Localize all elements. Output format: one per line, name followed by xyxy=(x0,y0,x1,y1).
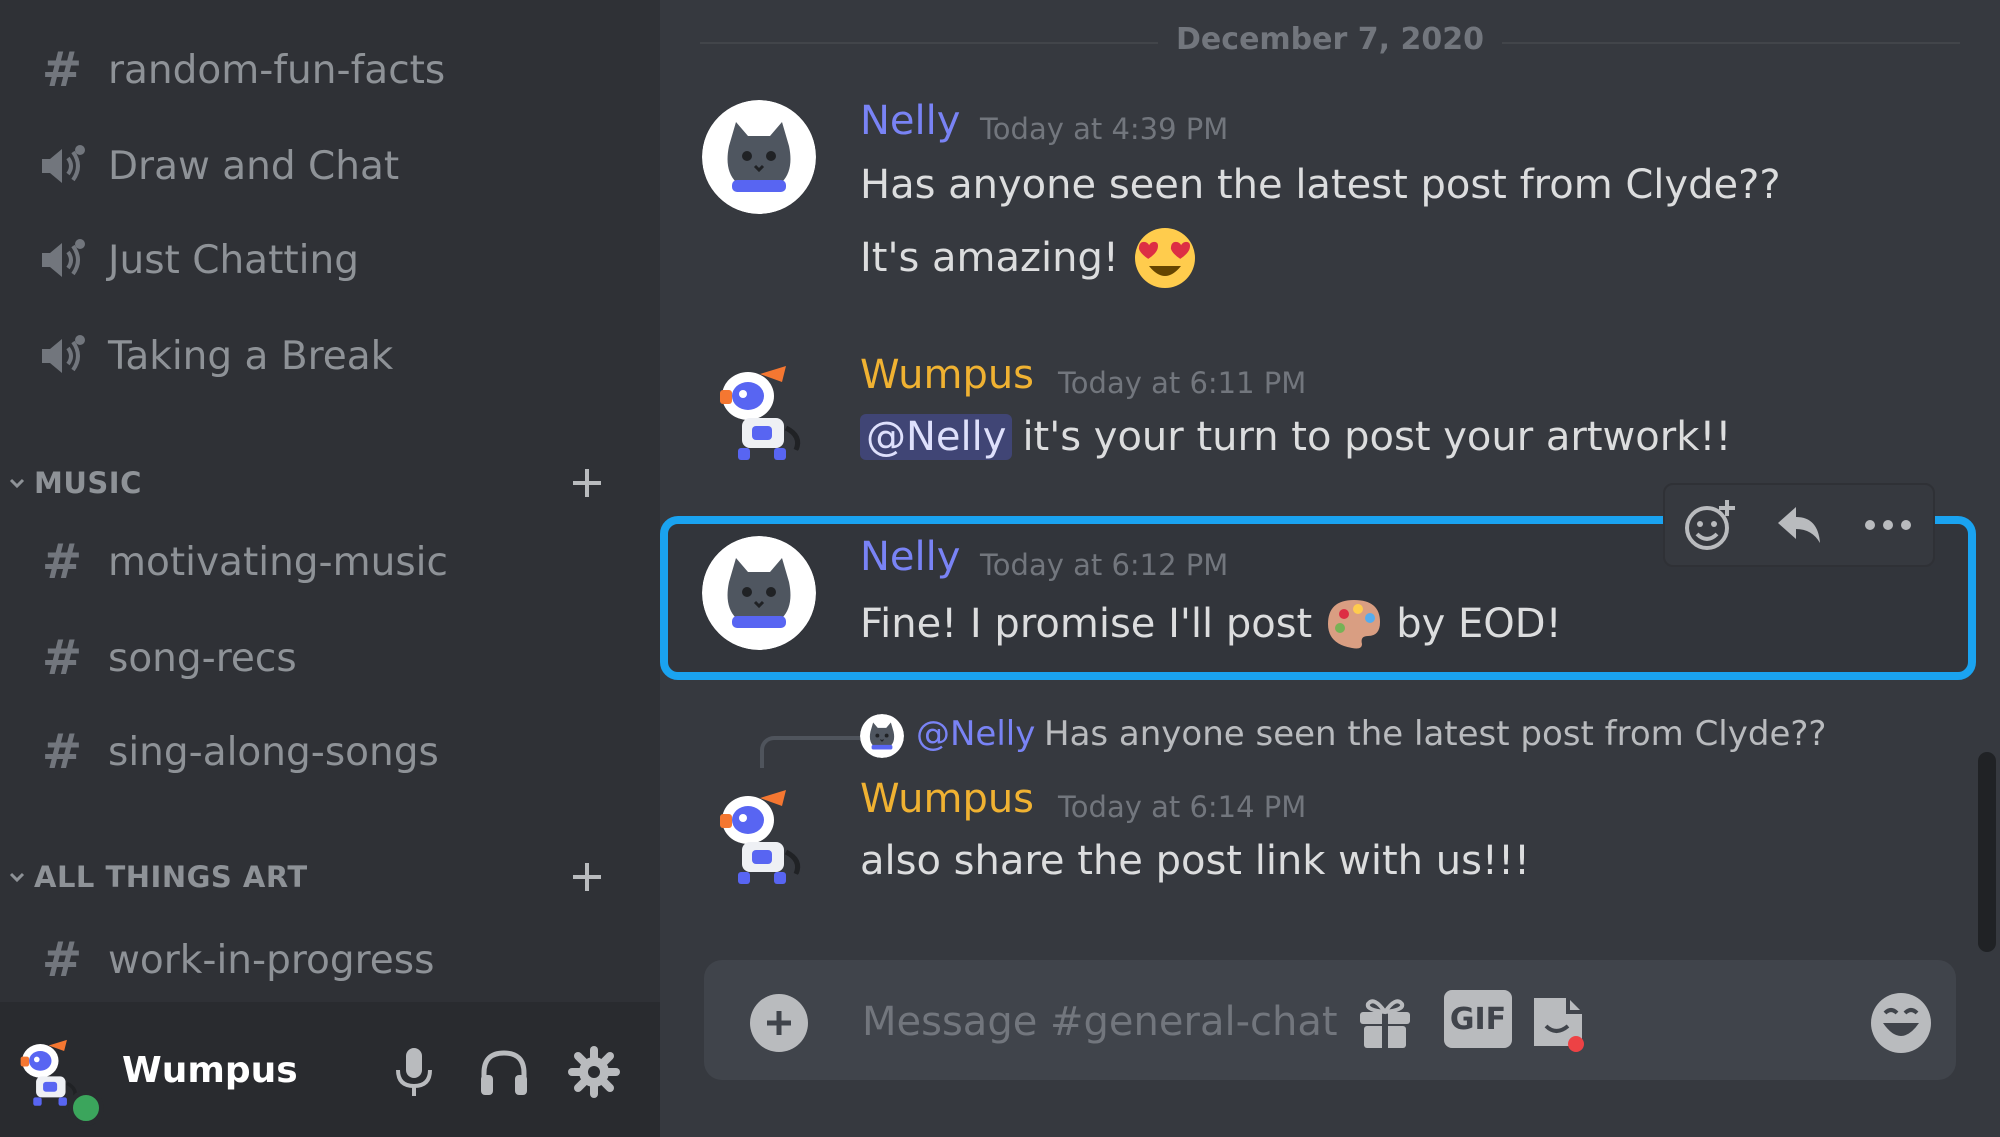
chevron-down-icon xyxy=(4,470,30,496)
channel-label: work-in-progress xyxy=(108,937,435,983)
message-author[interactable]: Nelly xyxy=(860,534,960,580)
hash-icon: # xyxy=(41,630,83,686)
voice-channel-taking-a-break[interactable]: Taking a Break xyxy=(36,326,393,386)
reply-preview-text[interactable]: Has anyone seen the latest post from Cly… xyxy=(1044,714,1826,754)
channel-sing-along-songs[interactable]: # sing-along-songs xyxy=(36,722,439,782)
message-author[interactable]: Nelly xyxy=(860,98,960,144)
channel-label: sing-along-songs xyxy=(108,729,439,775)
message-timestamp: Today at 4:39 PM xyxy=(980,112,1229,146)
reply-mention[interactable]: @Nelly xyxy=(916,714,1035,754)
chat-pane: December 7, 2020 Nelly Today at 4:39 PM … xyxy=(660,0,2000,1137)
gear-icon[interactable] xyxy=(566,1044,622,1100)
message-text-line: @Nelly it's your turn to post your artwo… xyxy=(860,414,1731,460)
voice-channel-icon xyxy=(36,235,88,285)
chevron-down-icon xyxy=(4,864,30,890)
message-author[interactable]: Wumpus xyxy=(860,776,1034,822)
message-text: it's your turn to post your artwork!! xyxy=(1022,414,1732,460)
channel-label: Draw and Chat xyxy=(108,143,400,189)
more-icon[interactable] xyxy=(1856,493,1920,557)
message-text: It's amazing! xyxy=(860,235,1119,281)
channel-sidebar: # random-fun-facts Draw and Chat Just Ch… xyxy=(0,0,660,1137)
headphones-icon[interactable] xyxy=(476,1044,532,1100)
voice-channel-draw-and-chat[interactable]: Draw and Chat xyxy=(36,136,399,196)
message-composer: GIF xyxy=(704,960,1956,1080)
plus-icon[interactable] xyxy=(565,461,609,505)
channel-label: song-recs xyxy=(108,635,297,681)
date-label: December 7, 2020 xyxy=(1158,22,1502,57)
hash-icon: # xyxy=(41,42,83,98)
online-status-indicator xyxy=(68,1090,104,1126)
username[interactable]: Wumpus xyxy=(122,1050,298,1091)
message-input[interactable] xyxy=(860,986,1524,1058)
date-divider: December 7, 2020 xyxy=(700,18,1960,66)
heart-eyes-emoji xyxy=(1133,226,1197,290)
channel-label: Just Chatting xyxy=(108,237,359,283)
message-text-line: Fine! I promise I'll post by EOD! xyxy=(860,596,1562,652)
channel-label: random-fun-facts xyxy=(108,47,446,93)
category-music[interactable]: MUSIC xyxy=(0,458,630,508)
message-text: also share the post link with us!!! xyxy=(860,838,1531,884)
message-timestamp: Today at 6:12 PM xyxy=(980,548,1229,582)
hash-icon: # xyxy=(41,534,83,590)
hash-icon: # xyxy=(41,724,83,780)
message-text-line2: It's amazing! xyxy=(860,226,1197,290)
avatar[interactable] xyxy=(702,536,816,650)
message-text: Fine! I promise I'll post xyxy=(860,601,1313,647)
message-author[interactable]: Wumpus xyxy=(860,352,1034,398)
message-toolbar xyxy=(1663,483,1935,567)
category-label: MUSIC xyxy=(34,466,142,500)
category-label: ALL THINGS ART xyxy=(34,860,308,894)
microphone-icon[interactable] xyxy=(386,1044,442,1100)
channel-label: Taking a Break xyxy=(108,333,394,379)
scrollbar[interactable] xyxy=(1978,752,1996,952)
reply-icon[interactable] xyxy=(1767,493,1831,557)
user-mention[interactable]: @Nelly xyxy=(860,414,1013,460)
emoji-icon[interactable] xyxy=(1868,990,1934,1056)
channel-song-recs[interactable]: # song-recs xyxy=(36,628,297,688)
plus-icon[interactable] xyxy=(565,855,609,899)
reply-avatar[interactable] xyxy=(860,714,904,758)
channel-label: motivating-music xyxy=(108,539,448,585)
user-panel: Wumpus xyxy=(0,1002,660,1137)
gif-icon[interactable]: GIF xyxy=(1444,990,1512,1048)
avatar[interactable] xyxy=(702,100,816,214)
voice-channel-icon xyxy=(36,331,88,381)
message-timestamp: Today at 6:11 PM xyxy=(1058,366,1307,400)
channel-list: # random-fun-facts Draw and Chat Just Ch… xyxy=(0,0,660,1000)
palette-emoji xyxy=(1324,596,1384,652)
hash-icon: # xyxy=(41,932,83,988)
voice-channel-just-chatting[interactable]: Just Chatting xyxy=(36,230,359,290)
avatar[interactable] xyxy=(702,776,816,890)
reply-connector xyxy=(760,736,864,768)
category-all-things-art[interactable]: ALL THINGS ART xyxy=(0,852,630,902)
message-text: Has anyone seen the latest post from Cly… xyxy=(860,162,1781,208)
voice-channel-icon xyxy=(36,141,88,191)
plus-icon[interactable] xyxy=(750,994,808,1052)
message-timestamp: Today at 6:14 PM xyxy=(1058,790,1307,824)
channel-random-fun-facts[interactable]: # random-fun-facts xyxy=(36,40,445,100)
message-text: by EOD! xyxy=(1396,601,1562,647)
add-reaction-icon[interactable] xyxy=(1678,493,1742,557)
avatar[interactable] xyxy=(702,352,816,466)
gift-icon[interactable] xyxy=(1352,990,1418,1056)
channel-work-in-progress[interactable]: # work-in-progress xyxy=(36,930,435,990)
channel-motivating-music[interactable]: # motivating-music xyxy=(36,532,448,592)
sticker-icon[interactable] xyxy=(1524,990,1590,1056)
